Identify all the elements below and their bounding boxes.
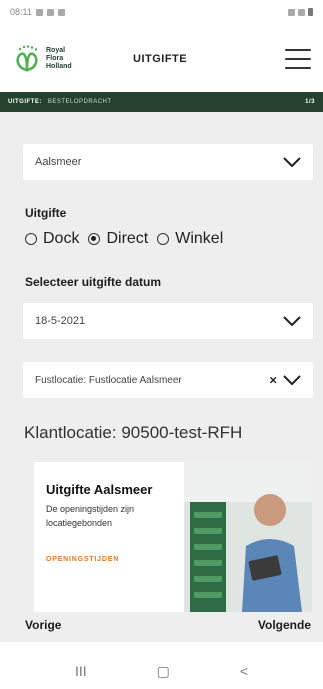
radio-label: Winkel — [175, 230, 224, 247]
status-bar: 08:11 — [0, 0, 323, 24]
uitgifte-label: Uitgifte — [25, 206, 67, 220]
system-navigation-bar: III ▢ < — [0, 653, 323, 689]
radio-direct[interactable]: Direct — [88, 230, 148, 248]
chevron-down-icon — [283, 157, 301, 167]
page-title: UITGIFTE — [133, 53, 188, 65]
signal-icon — [298, 8, 305, 16]
next-button[interactable]: Volgende — [258, 618, 311, 632]
breadcrumb: UITGIFTE: BESTELOPDRACHT 1/3 — [0, 92, 323, 112]
wifi-icon — [288, 8, 295, 16]
location-value: Aalsmeer — [35, 156, 82, 168]
menu-line — [285, 49, 311, 51]
radio-label: Dock — [43, 230, 80, 247]
brand-line: Holland — [46, 63, 72, 70]
brand-name: Royal Flora Holland — [46, 47, 72, 71]
form-area: Aalsmeer Uitgifte Dock Direct Winkel Sel… — [0, 112, 323, 642]
home-icon[interactable]: ▢ — [157, 663, 170, 680]
radio-label: Direct — [106, 230, 149, 247]
radio-selected-icon — [88, 233, 101, 245]
notification-icon — [35, 8, 43, 16]
promo-title: Uitgifte Aalsmeer — [46, 482, 153, 497]
brand-line: Royal — [46, 47, 66, 54]
recents-icon[interactable]: III — [75, 663, 87, 679]
previous-button[interactable]: Vorige — [25, 618, 61, 632]
menu-line — [285, 67, 311, 69]
menu-icon[interactable] — [285, 49, 311, 69]
back-icon[interactable]: < — [240, 663, 248, 679]
breadcrumb-section: UITGIFTE: — [8, 99, 42, 105]
openingstijden-link[interactable]: OPENINGSTIJDEN — [46, 556, 119, 563]
chevron-down-icon — [283, 316, 301, 326]
promo-text: De openingstijden zijn locatiegebonden — [46, 504, 135, 528]
promo-card: Uitgifte Aalsmeer De openingstijden zijn… — [34, 462, 312, 612]
step-navigation: Vorige Volgende — [0, 610, 323, 640]
battery-icon — [308, 8, 313, 16]
brand-line: Flora — [46, 55, 64, 62]
warehouse-worker-image — [184, 462, 312, 612]
notification-icon — [57, 8, 65, 16]
uitgifte-options: Dock Direct Winkel — [25, 230, 232, 248]
brand-logo[interactable]: Royal Flora Holland — [12, 44, 72, 74]
date-label: Selecteer uitgifte datum — [25, 275, 162, 289]
menu-line — [285, 58, 311, 60]
notification-icon — [46, 8, 54, 16]
breadcrumb-step: BESTELOPDRACHT — [47, 99, 112, 105]
radio-winkel[interactable]: Winkel — [157, 230, 223, 248]
app-header: Royal Flora Holland UITGIFTE — [0, 26, 323, 92]
flora-logo-icon — [16, 45, 38, 72]
radio-dock[interactable]: Dock — [25, 230, 79, 248]
status-time: 08:11 — [10, 7, 32, 17]
clear-icon[interactable]: × — [269, 373, 277, 388]
location-select[interactable]: Aalsmeer — [23, 144, 313, 180]
radio-icon — [25, 233, 37, 245]
status-right — [288, 8, 313, 16]
date-value: 18-5-2021 — [35, 315, 86, 327]
status-left: 08:11 — [10, 7, 65, 17]
fust-select[interactable]: Fustlocatie: Fustlocatie Aalsmeer × — [23, 362, 313, 398]
klant-location: Klantlocatie: 90500-test-RFH — [24, 423, 243, 442]
date-select[interactable]: 18-5-2021 — [23, 303, 313, 339]
chevron-down-icon — [283, 375, 301, 385]
step-counter: 1/3 — [305, 99, 315, 105]
fust-value: Fustlocatie: Fustlocatie Aalsmeer — [35, 374, 182, 386]
radio-icon — [157, 233, 170, 245]
